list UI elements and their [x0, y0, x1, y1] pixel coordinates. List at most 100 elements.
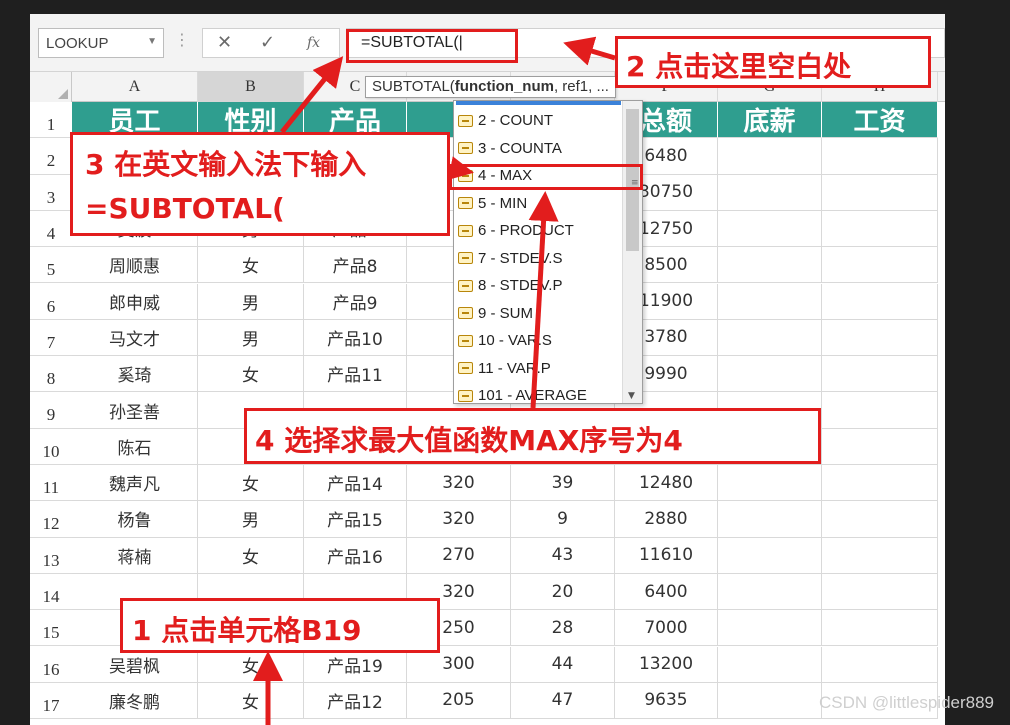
table-cell[interactable]: 女	[198, 247, 304, 284]
table-cell[interactable]	[718, 610, 822, 647]
table-cell[interactable]	[718, 283, 822, 320]
header-cell[interactable]: 底薪	[718, 102, 822, 139]
row-header[interactable]: 4	[30, 211, 72, 248]
table-cell[interactable]: 320	[407, 465, 511, 502]
table-cell[interactable]	[822, 138, 938, 175]
column-header-a[interactable]: A	[72, 72, 198, 102]
table-cell[interactable]	[718, 210, 822, 248]
table-cell[interactable]: 47	[511, 682, 615, 720]
table-cell[interactable]: 男	[198, 283, 304, 320]
table-cell[interactable]	[718, 356, 822, 393]
function-option[interactable]: 9 - SUM	[458, 300, 620, 328]
table-cell[interactable]: 产品8	[304, 247, 407, 284]
row-header[interactable]: 17	[30, 683, 72, 720]
table-cell[interactable]: 13200	[615, 646, 718, 683]
table-cell[interactable]	[718, 465, 822, 502]
row-header[interactable]: 1	[30, 102, 72, 139]
row-header[interactable]: 3	[30, 175, 72, 211]
table-cell[interactable]: 奚琦	[72, 356, 198, 393]
table-cell[interactable]	[718, 573, 822, 611]
table-cell[interactable]: 廉冬鹏	[72, 682, 198, 720]
row-header[interactable]: 7	[30, 320, 72, 357]
tooltip-argument[interactable]: function_num	[455, 78, 554, 95]
table-cell[interactable]	[822, 247, 938, 284]
function-option[interactable]: 8 - STDEV.P	[458, 272, 620, 300]
row-header[interactable]: 11	[30, 465, 72, 502]
function-option[interactable]: 2 - COUNT	[458, 107, 620, 135]
function-option[interactable]: 6 - PRODUCT	[458, 217, 620, 245]
table-cell[interactable]	[718, 319, 822, 357]
table-cell[interactable]	[822, 210, 938, 248]
row-header[interactable]: 15	[30, 610, 72, 647]
table-cell[interactable]	[822, 174, 938, 211]
table-cell[interactable]	[822, 610, 938, 647]
table-cell[interactable]: 7000	[615, 610, 718, 647]
row-header[interactable]: 14	[30, 574, 72, 611]
table-cell[interactable]	[718, 138, 822, 175]
table-cell[interactable]: 魏声凡	[72, 465, 198, 502]
table-cell[interactable]: 产品11	[304, 356, 407, 393]
function-option[interactable]: 101 - AVERAGE	[458, 382, 620, 410]
function-option[interactable]: 10 - VAR.S	[458, 327, 620, 355]
table-cell[interactable]: 28	[511, 610, 615, 647]
cancel-icon[interactable]: ✕	[217, 32, 232, 53]
table-cell[interactable]	[718, 682, 822, 720]
function-option[interactable]: 11 - VAR.P	[458, 355, 620, 383]
table-cell[interactable]: 产品16	[304, 537, 407, 574]
table-cell[interactable]	[822, 428, 938, 465]
table-cell[interactable]: 产品9	[304, 283, 407, 320]
scroll-down-icon[interactable]: ▼	[628, 391, 635, 401]
row-header[interactable]: 12	[30, 501, 72, 538]
table-cell[interactable]: 9635	[615, 682, 718, 720]
table-cell[interactable]	[718, 646, 822, 683]
table-cell[interactable]: 11610	[615, 537, 718, 574]
table-cell[interactable]: 205	[407, 682, 511, 720]
table-cell[interactable]: 12480	[615, 465, 718, 502]
table-cell[interactable]: 女	[198, 465, 304, 502]
table-cell[interactable]: 蒋楠	[72, 537, 198, 574]
function-num-dropdown[interactable]: 2 - COUNT 3 - COUNTA 4 - MAX 5 - MIN 6 - PRO…	[453, 100, 643, 404]
table-cell[interactable]	[718, 247, 822, 284]
table-cell[interactable]	[718, 174, 822, 211]
table-cell[interactable]	[822, 573, 938, 611]
row-header[interactable]: 2	[30, 138, 72, 175]
row-header[interactable]: 8	[30, 356, 72, 393]
row-header[interactable]: 10	[30, 429, 72, 465]
table-cell[interactable]: 女	[198, 356, 304, 393]
table-cell[interactable]: 男	[198, 319, 304, 357]
row-header[interactable]: 9	[30, 392, 72, 429]
table-cell[interactable]: 270	[407, 537, 511, 574]
function-option[interactable]: 5 - MIN	[458, 190, 620, 218]
select-all-button[interactable]	[30, 72, 72, 102]
row-header[interactable]: 16	[30, 647, 72, 683]
insert-function-icon[interactable]: fx	[307, 35, 320, 51]
table-cell[interactable]: 产品15	[304, 501, 407, 538]
table-cell[interactable]: 女	[198, 682, 304, 720]
column-header-b[interactable]: B	[198, 72, 304, 102]
table-cell[interactable]	[718, 537, 822, 574]
table-cell[interactable]: 44	[511, 646, 615, 683]
row-header[interactable]: 13	[30, 538, 72, 574]
table-cell[interactable]: 39	[511, 465, 615, 502]
table-cell[interactable]	[822, 392, 938, 429]
function-option[interactable]: 3 - COUNTA	[458, 135, 620, 163]
header-cell[interactable]: 工资	[822, 102, 938, 139]
drag-handle-icon[interactable]: ⋮	[174, 30, 190, 49]
table-cell[interactable]: 产品12	[304, 682, 407, 720]
table-cell[interactable]: 周顺惠	[72, 247, 198, 284]
table-cell[interactable]	[822, 283, 938, 320]
table-cell[interactable]: 20	[511, 573, 615, 611]
table-cell[interactable]: 杨鲁	[72, 501, 198, 538]
table-cell[interactable]: 43	[511, 537, 615, 574]
table-cell[interactable]	[822, 537, 938, 574]
table-cell[interactable]: 产品14	[304, 465, 407, 502]
table-cell[interactable]: 孙圣善	[72, 392, 198, 429]
chevron-down-icon[interactable]: ▼	[147, 36, 157, 47]
table-cell[interactable]	[718, 501, 822, 538]
table-cell[interactable]	[822, 356, 938, 393]
table-cell[interactable]: 9	[511, 501, 615, 538]
table-cell[interactable]: 女	[198, 537, 304, 574]
table-cell[interactable]	[822, 319, 938, 357]
function-option[interactable]: 7 - STDEV.S	[458, 245, 620, 273]
table-cell[interactable]: 马文才	[72, 319, 198, 357]
